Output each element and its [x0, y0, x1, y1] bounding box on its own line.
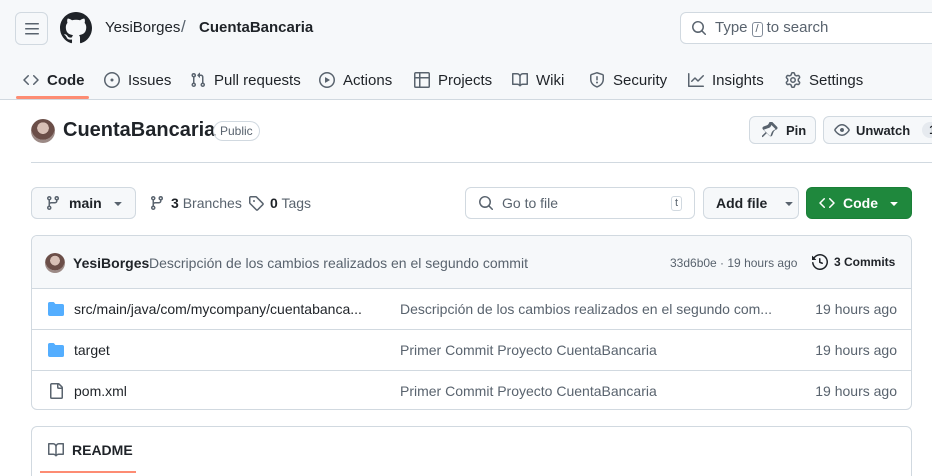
file-age: 19 hours ago	[815, 342, 897, 358]
tag-icon	[249, 196, 264, 211]
file-name-link[interactable]: target	[74, 342, 110, 358]
breadcrumb-separator: /	[181, 17, 186, 36]
watch-count: 1	[922, 122, 932, 138]
table-row[interactable]: target Primer Commit Proyecto CuentaBanc…	[32, 330, 911, 371]
issue-icon	[104, 72, 120, 88]
branches-link[interactable]: 3 Branches	[149, 195, 242, 211]
commits-history-link[interactable]: 3 Commits	[812, 254, 895, 270]
visibility-badge: Public	[213, 121, 260, 141]
repo-title[interactable]: CuentaBancaria	[63, 119, 215, 142]
commit-author-link[interactable]: YesiBorges	[73, 255, 149, 271]
book-icon	[48, 442, 64, 457]
folder-icon	[48, 343, 64, 357]
tab-issues[interactable]: Issues	[104, 60, 171, 100]
owner-avatar[interactable]	[31, 119, 55, 143]
readme-tab-indicator	[40, 471, 136, 473]
code-icon	[23, 74, 39, 86]
folder-icon	[48, 302, 64, 316]
file-commit-message[interactable]: Primer Commit Proyecto CuentaBancaria	[400, 383, 657, 399]
branch-icon	[46, 196, 59, 211]
caret-down-icon	[890, 202, 898, 206]
global-search-input[interactable]: Type / to search	[680, 12, 932, 44]
active-tab-indicator	[16, 96, 89, 99]
latest-commit-row: YesiBorges Descripción de los cambios re…	[32, 236, 911, 289]
search-placeholder: Type / to search	[715, 19, 829, 37]
book-icon	[512, 72, 528, 87]
caret-down-icon	[114, 202, 122, 206]
pin-icon	[762, 122, 778, 138]
file-name-link[interactable]: pom.xml	[74, 383, 127, 399]
go-to-file-shortcut: t	[670, 196, 682, 211]
breadcrumb-repo-link[interactable]: CuentaBancaria	[199, 19, 313, 36]
tab-insights[interactable]: Insights	[688, 60, 764, 100]
go-to-file-placeholder: Go to file	[502, 195, 559, 211]
branch-selector-button[interactable]: main	[31, 187, 136, 219]
file-commit-message[interactable]: Primer Commit Proyecto CuentaBancaria	[400, 342, 657, 358]
table-icon	[414, 72, 430, 88]
add-file-button[interactable]: Add file	[703, 187, 799, 219]
file-age: 19 hours ago	[815, 383, 897, 399]
breadcrumb-owner-link[interactable]: YesiBorges	[105, 19, 180, 36]
global-header: YesiBorges / CuentaBancaria Type / to sear…	[0, 0, 932, 100]
code-dropdown-button[interactable]: Code	[806, 187, 912, 219]
file-age: 19 hours ago	[815, 301, 897, 317]
readme-tab[interactable]: README	[48, 442, 133, 458]
gear-icon	[785, 72, 801, 88]
search-shortcut-key: /	[751, 22, 763, 37]
table-row[interactable]: src/main/java/com/mycompany/cuentabanca.…	[32, 289, 911, 330]
tab-wiki[interactable]: Wiki	[512, 60, 564, 100]
commit-author-avatar[interactable]	[45, 253, 65, 273]
play-icon	[319, 72, 335, 88]
eye-icon	[834, 124, 850, 136]
file-name-link[interactable]: src/main/java/com/mycompany/cuentabanca.…	[74, 301, 362, 317]
search-icon	[692, 21, 707, 36]
caret-down-icon	[785, 202, 793, 206]
shield-icon	[590, 72, 604, 88]
file-table: YesiBorges Descripción de los cambios re…	[31, 235, 912, 410]
commit-hash-time[interactable]: 33d6b0e · 19 hours ago	[670, 256, 797, 270]
branch-icon	[150, 196, 163, 211]
unwatch-button[interactable]: Unwatch 1	[823, 116, 932, 144]
tags-link[interactable]: 0 Tags	[248, 195, 311, 211]
tab-projects[interactable]: Projects	[414, 60, 492, 100]
hamburger-menu-button[interactable]	[15, 12, 48, 45]
tab-actions[interactable]: Actions	[319, 60, 392, 100]
title-divider	[31, 162, 932, 163]
table-row[interactable]: pom.xml Primer Commit Proyecto CuentaBan…	[32, 371, 911, 409]
commit-message-link[interactable]: Descripción de los cambios realizados en…	[149, 255, 528, 271]
github-logo-icon[interactable]	[60, 12, 92, 44]
history-icon	[812, 254, 828, 270]
hamburger-icon	[24, 22, 39, 34]
go-to-file-input[interactable]: Go to file t	[465, 187, 695, 219]
tab-settings[interactable]: Settings	[785, 60, 863, 100]
graph-icon	[688, 73, 704, 87]
code-icon	[819, 197, 835, 209]
file-icon	[50, 383, 63, 399]
file-commit-message[interactable]: Descripción de los cambios realizados en…	[400, 301, 772, 317]
pull-request-icon	[191, 72, 206, 88]
readme-panel: README	[31, 426, 912, 476]
tab-security[interactable]: Security	[589, 60, 667, 100]
search-icon	[479, 196, 494, 211]
repo-nav-tabs: Code Issues Pull requests Actions Projec…	[0, 60, 932, 100]
tab-code[interactable]: Code	[23, 60, 85, 100]
pin-button[interactable]: Pin	[749, 116, 816, 144]
tab-pull-requests[interactable]: Pull requests	[190, 60, 301, 100]
